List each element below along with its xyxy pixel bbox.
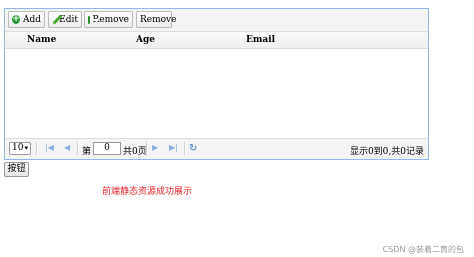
success-message: 前端静态资源成功展示 (102, 187, 193, 197)
column-header-email[interactable]: Email (246, 35, 275, 45)
column-header-age[interactable]: Age (136, 35, 155, 45)
page-size-select[interactable]: 10 ▾ (9, 142, 31, 155)
remove-button-label: Remove (140, 14, 177, 25)
data-grid: + Add Edit Remove Remove Name Age Email … (4, 8, 429, 160)
minus-icon (88, 15, 96, 24)
add-button[interactable]: + Add (8, 11, 45, 28)
remove-icon-button-label: Remove (92, 14, 129, 25)
pager-separator (184, 142, 186, 155)
pencil-icon (52, 15, 56, 25)
page-size-value: 10 (12, 143, 24, 153)
remove-icon-button[interactable]: Remove (84, 11, 133, 28)
action-button[interactable]: 按钮 (4, 162, 29, 177)
page-total: 共0页 (123, 147, 147, 157)
plus-icon: + (12, 14, 20, 24)
table-header: Name Age Email (5, 32, 428, 49)
pager-separator (36, 142, 38, 155)
grid-toolbar: + Add Edit Remove Remove (5, 9, 428, 32)
last-page-icon[interactable]: ▶| (169, 143, 178, 152)
remove-button[interactable]: Remove (136, 11, 176, 28)
pager-info: 显示0到0,共0记录 (349, 147, 424, 157)
pager-separator (77, 142, 79, 155)
table-body (5, 49, 428, 139)
page-prefix: 第 (82, 147, 92, 157)
column-header-name[interactable]: Name (27, 35, 56, 45)
next-page-icon[interactable]: ▶ (152, 143, 158, 152)
page-number-input[interactable]: 0 (93, 142, 121, 155)
pager-separator (146, 142, 148, 155)
edit-button[interactable]: Edit (48, 11, 82, 28)
add-button-label: Add (22, 14, 41, 25)
first-page-icon[interactable]: |◀ (45, 143, 54, 152)
pagination-bar: 10 ▾ |◀ ◀ 第 0 共0页 ▶ ▶| ↻ 显示0到0,共0记录 (5, 138, 428, 159)
refresh-icon[interactable]: ↻ (189, 143, 197, 154)
prev-page-icon[interactable]: ◀ (64, 143, 70, 152)
watermark: CSDN @装着二筒的包 (382, 245, 464, 254)
chevron-down-icon: ▾ (24, 144, 28, 152)
